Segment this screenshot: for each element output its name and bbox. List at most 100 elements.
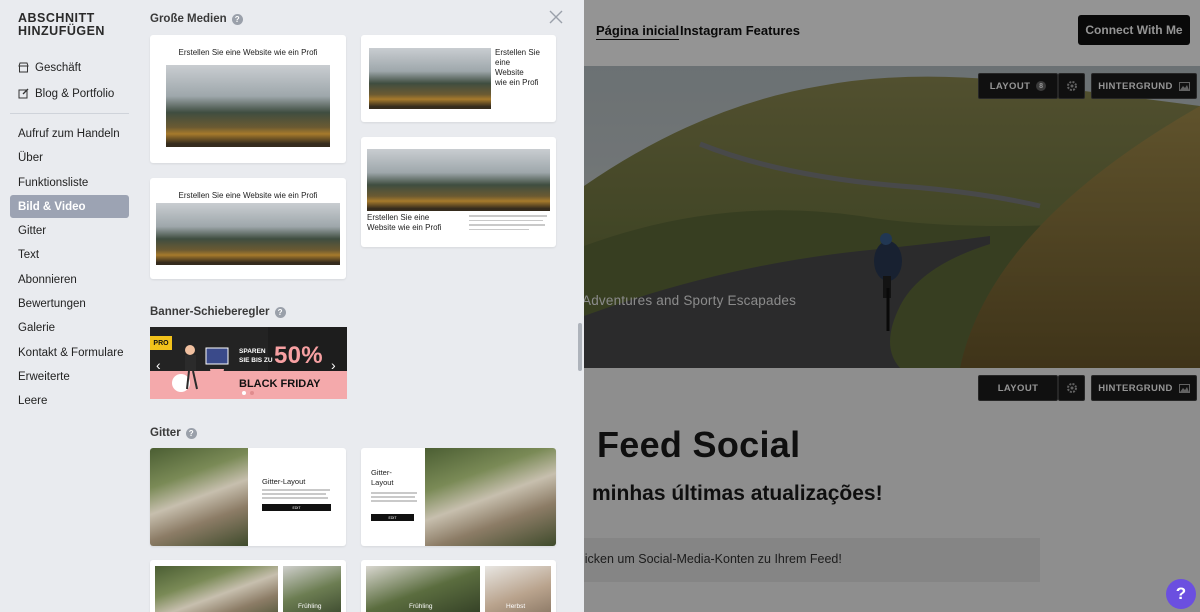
section-heading-label: Banner-Schieberegler <box>150 306 270 318</box>
feed-placeholder-box[interactable]: licken um Social-Media-Konten zu Ihrem F… <box>560 538 1040 582</box>
settings-gear-button[interactable] <box>1058 73 1085 99</box>
pro-badge: PRO <box>150 336 172 350</box>
nav-link-instagram[interactable]: Instagram Features <box>680 23 800 38</box>
card-heading-line: Erstellen Sie eine <box>495 48 540 67</box>
template-card-large-media-3[interactable]: Erstellen Sie eine Website wie ein Profi <box>361 137 556 247</box>
sidebar-item-blog-portfolio[interactable]: Blog & Portfolio <box>10 82 129 105</box>
sidebar-item-label: Bewertungen <box>18 297 86 310</box>
sidebar-item-leere[interactable]: Leere <box>10 389 129 412</box>
template-card-large-media-1[interactable]: Erstellen Sie eine Website wie ein Profi <box>150 35 346 163</box>
text-line <box>371 492 417 494</box>
sidebar-item-aufruf[interactable]: Aufruf zum Handeln <box>10 122 129 145</box>
section-heading-label: Gitter <box>150 427 181 439</box>
banner-sparen-line: SIE BIS ZU <box>239 357 273 364</box>
section-heading-grid: Gitter ? <box>150 427 197 439</box>
sidebar-item-label: Blog & Portfolio <box>35 87 115 100</box>
sidebar-item-galerie[interactable]: Galerie <box>10 316 129 339</box>
card-heading: Erstellen Sie eine Website wie ein Profi <box>178 191 318 200</box>
template-card-grid-1[interactable]: Gitter-Layout EDIT <box>150 448 346 546</box>
panel-scrollbar[interactable] <box>578 323 582 371</box>
card-heading-line: wie ein Profi <box>495 78 539 87</box>
grid-card-button: EDIT <box>262 504 331 511</box>
layout-label-2: LAYOUT <box>997 382 1039 394</box>
nav-link-home[interactable]: Página inicial <box>596 23 680 40</box>
image-icon <box>1178 383 1190 393</box>
background-label-2: HINTERGRUND <box>1098 382 1173 394</box>
sidebar-item-label: Leere <box>18 394 48 407</box>
feed-title: Feed Social <box>597 424 801 465</box>
sidebar-item-bild-video[interactable]: Bild & Video <box>10 195 129 218</box>
sidebar-item-label: Geschäft <box>35 61 82 74</box>
text-line <box>262 489 330 491</box>
section-category-sidebar: ABSCHNITT HINZUFÜGEN Geschäft Blog & Por… <box>0 0 140 612</box>
template-card-black-friday-banner[interactable]: PRO ‹ › SPAREN SIE BIS ZU 50% BLACK FRID… <box>150 327 347 399</box>
help-icon[interactable]: ? <box>185 427 197 439</box>
sidebar-item-label: Bild & Video <box>18 200 86 213</box>
forest-image <box>367 149 550 211</box>
section-heading-large-media: Große Medien ? <box>150 13 243 25</box>
template-card-grid-4[interactable]: Frühling Herbst <box>361 560 556 612</box>
sidebar-item-label: Text <box>18 248 40 261</box>
grid-layout-title: Gitter-Layout <box>262 477 306 486</box>
sidebar-item-label: Galerie <box>18 321 56 334</box>
close-icon[interactable] <box>548 9 564 25</box>
forest-image <box>156 203 340 265</box>
sidebar-item-gitter[interactable]: Gitter <box>10 219 129 242</box>
layout-button[interactable]: LAYOUT 8 <box>978 73 1058 99</box>
feed-placeholder-text: licken um Social-Media-Konten zu Ihrem F… <box>582 552 842 566</box>
forest-image <box>166 65 330 147</box>
feed-subtitle: minhas últimas atualizações! <box>592 482 883 505</box>
sidebar-item-ueber[interactable]: Über <box>10 146 129 169</box>
store-icon <box>18 62 29 73</box>
connect-button[interactable]: Connect With Me <box>1078 15 1190 45</box>
card-heading-multiline: Erstellen Sie eine Website wie ein Profi <box>495 48 556 88</box>
template-card-large-media-2[interactable]: Erstellen Sie eine Website wie ein Profi <box>361 35 556 122</box>
gear-icon <box>1066 383 1077 393</box>
sidebar-item-bewertungen[interactable]: Bewertungen <box>10 292 129 315</box>
forest-image <box>369 48 491 109</box>
card-body-text <box>469 215 549 230</box>
slider-dot <box>250 391 254 395</box>
template-card-large-media-4[interactable]: Erstellen Sie eine Website wie ein Profi <box>150 178 346 279</box>
sidebar-item-label: Gitter <box>18 224 47 237</box>
sidebar-item-label: Über <box>18 151 43 164</box>
help-icon[interactable]: ? <box>231 13 243 25</box>
gear-icon <box>1066 81 1077 91</box>
layout-label: LAYOUT <box>989 80 1031 92</box>
background-button[interactable]: HINTERGRUND <box>1091 73 1197 99</box>
help-icon[interactable]: ? <box>274 306 286 318</box>
help-button[interactable]: ? <box>1166 579 1196 609</box>
background-button-2[interactable]: HINTERGRUND <box>1091 375 1197 401</box>
banner-sparen-line: SPAREN <box>239 348 266 355</box>
layout-button-2[interactable]: LAYOUT <box>978 375 1058 401</box>
section-heading-banner-slider: Banner-Schieberegler ? <box>150 306 286 318</box>
template-card-grid-2[interactable]: Gitter- Layout EDIT <box>361 448 556 546</box>
sidebar-item-label: Erweiterte <box>18 370 70 383</box>
banner-percent: 50% <box>274 342 323 369</box>
sidebar-item-label: Abonnieren <box>18 273 77 286</box>
sidebar-item-erweiterte[interactable]: Erweiterte <box>10 365 129 388</box>
plant-patio-image <box>150 448 248 546</box>
card-heading-line: Erstellen Sie eine <box>367 213 430 222</box>
sidebar-item-label: Kontakt & Formulare <box>18 346 124 359</box>
template-card-grid-3[interactable]: Frühling <box>150 560 346 612</box>
sidebar-item-text[interactable]: Text <box>10 243 129 266</box>
card-heading-line: Website wie ein Profi <box>367 223 442 232</box>
slider-dot <box>242 391 246 395</box>
text-line <box>371 500 417 502</box>
settings-gear-button-2[interactable] <box>1058 375 1085 401</box>
edit-icon <box>18 88 29 99</box>
grid-layout-title-line: Layout <box>371 478 394 487</box>
sidebar-item-funktionsliste[interactable]: Funktionsliste <box>10 171 129 194</box>
grid-image-label: Frühling <box>409 603 433 610</box>
sidebar-item-abonnieren[interactable]: Abonnieren <box>10 268 129 291</box>
sidebar-item-label: Funktionsliste <box>18 176 89 189</box>
card-heading-line: Website <box>495 68 524 77</box>
sidebar-divider <box>10 113 129 114</box>
grid-layout-title-multiline: Gitter- Layout <box>371 468 394 488</box>
hero-tagline: Adventures and Sporty Escapades <box>582 293 797 308</box>
chevron-right-icon: › <box>331 357 336 373</box>
sidebar-item-geschaeft[interactable]: Geschäft <box>10 56 129 79</box>
sidebar-item-kontakt[interactable]: Kontakt & Formulare <box>10 341 129 364</box>
sidebar-item-label: Aufruf zum Handeln <box>18 127 120 140</box>
